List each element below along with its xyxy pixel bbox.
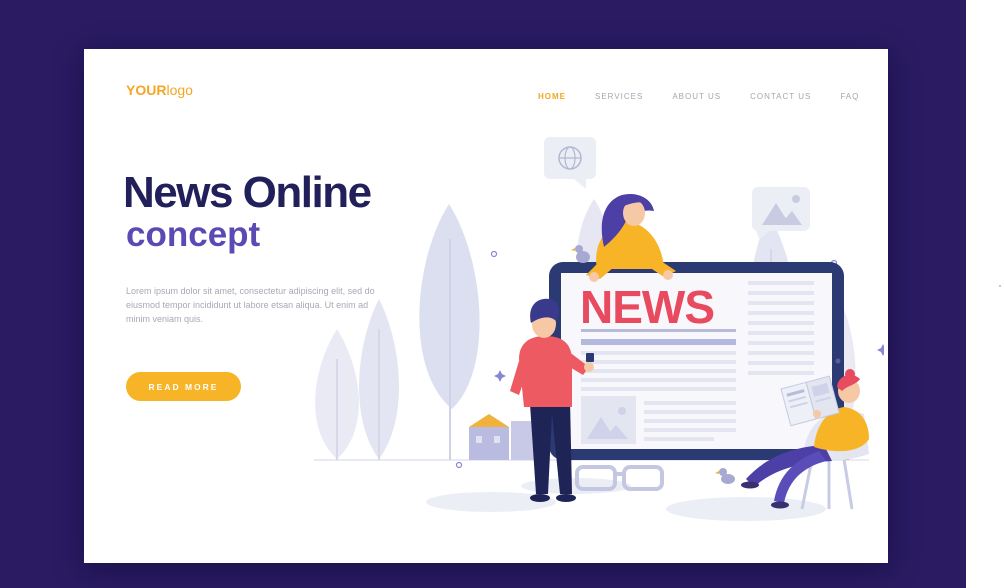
logo-light-text: logo — [166, 82, 193, 98]
tree-left-3 — [419, 204, 480, 460]
main-nav: HOME SERVICES ABOUT US CONTACT US FAQ — [538, 92, 859, 101]
nav-about-us[interactable]: ABOUT US — [672, 92, 721, 101]
edge-dot — [999, 285, 1001, 287]
nav-home[interactable]: HOME — [538, 92, 566, 101]
tree-left-1 — [315, 329, 359, 460]
bird-on-ground — [715, 468, 735, 484]
news-online-illustration: NEWS — [314, 137, 884, 521]
news-headline: NEWS — [580, 281, 714, 333]
read-more-button[interactable]: READ MORE — [126, 372, 241, 401]
hero-subtitle: concept — [126, 215, 261, 254]
logo[interactable]: YOURlogo — [126, 82, 193, 98]
landing-page-card: YOURlogo HOME SERVICES ABOUT US CONTACT … — [84, 49, 888, 563]
nav-services[interactable]: SERVICES — [595, 92, 643, 101]
house-left — [469, 414, 509, 460]
image-bubble-icon — [752, 187, 810, 239]
tree-left-2 — [359, 299, 399, 460]
nav-contact-us[interactable]: CONTACT US — [750, 92, 811, 101]
globe-bubble-icon — [544, 137, 596, 189]
logo-bold-text: YOUR — [126, 82, 167, 98]
nav-faq[interactable]: FAQ — [840, 92, 859, 101]
